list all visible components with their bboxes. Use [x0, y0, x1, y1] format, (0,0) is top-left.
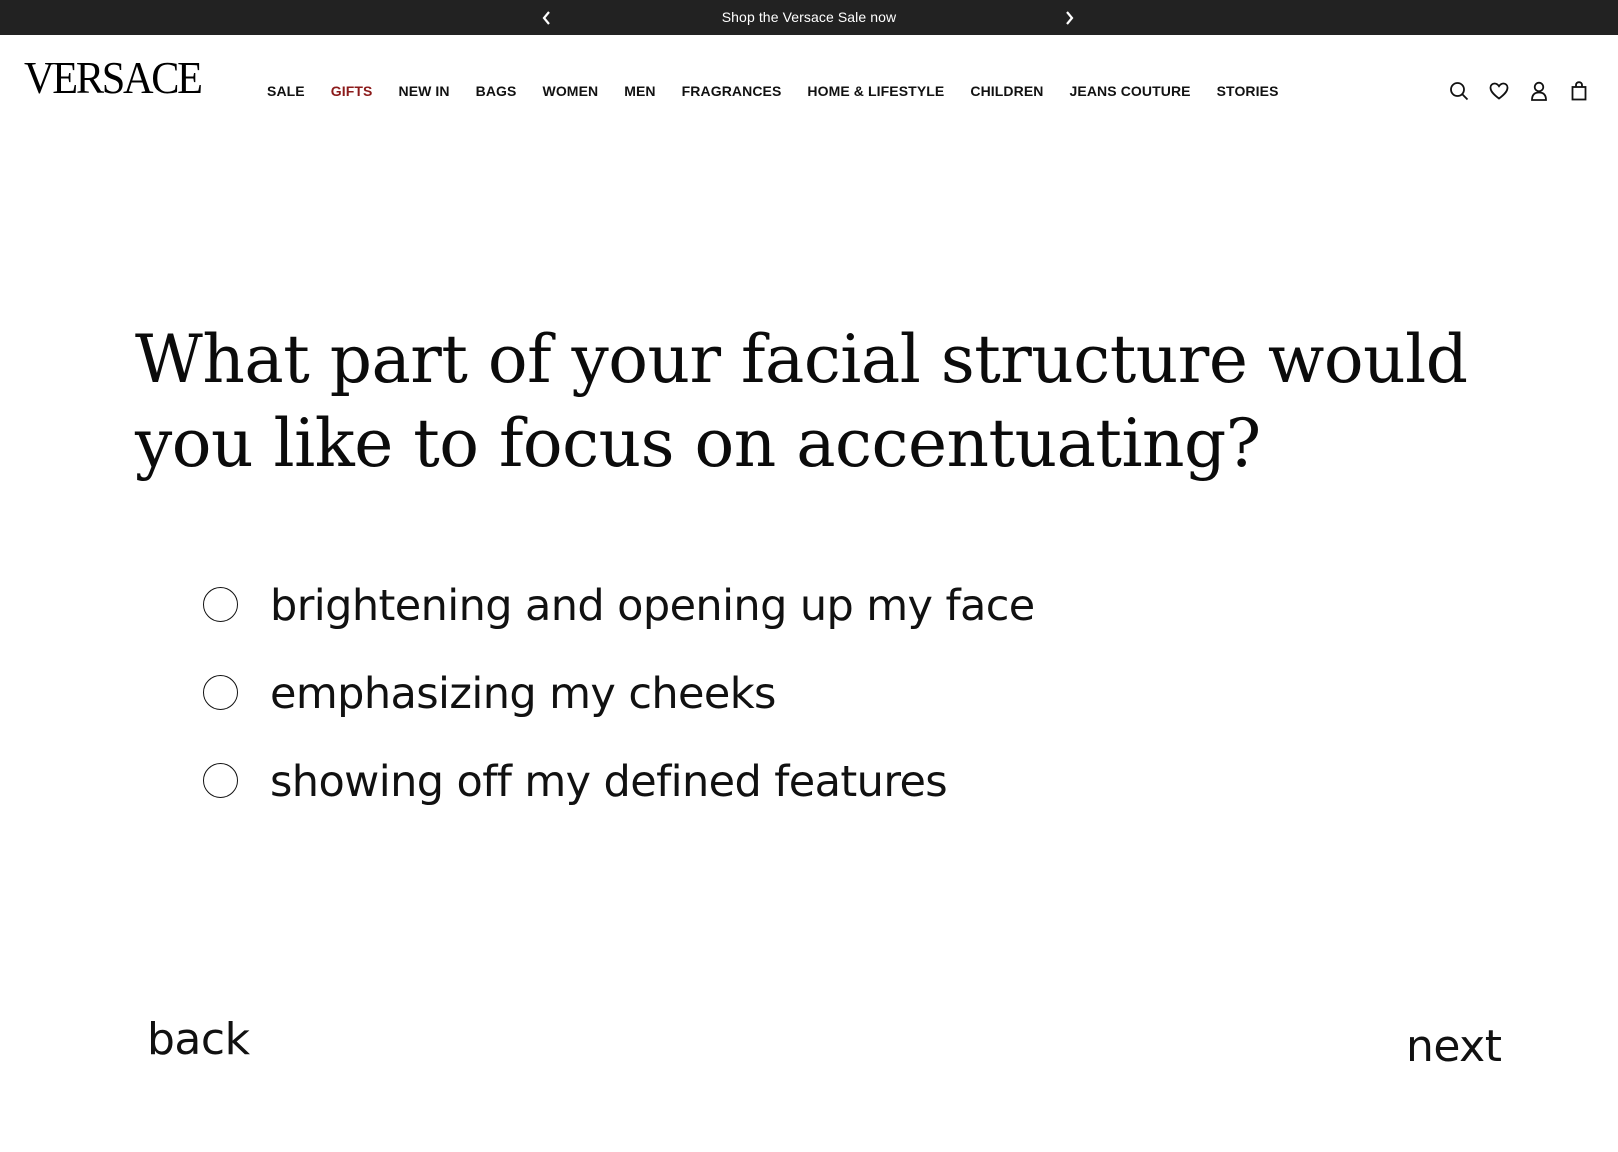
nav-item-sale[interactable]: SALE: [254, 83, 318, 99]
main-nav: SALE GIFTS NEW IN BAGS WOMEN MEN FRAGRAN…: [254, 79, 1292, 103]
nav-item-children[interactable]: CHILDREN: [957, 83, 1056, 99]
back-button[interactable]: back: [147, 1014, 250, 1065]
nav-item-gifts[interactable]: GIFTS: [318, 83, 386, 99]
nav-item-home-lifestyle[interactable]: HOME & LIFESTYLE: [794, 83, 957, 99]
nav-item-jeans-couture[interactable]: JEANS COUTURE: [1057, 83, 1204, 99]
option-label: emphasizing my cheeks: [270, 669, 776, 719]
heart-icon[interactable]: [1488, 80, 1510, 102]
nav-item-men[interactable]: MEN: [611, 83, 668, 99]
search-icon[interactable]: [1448, 80, 1470, 102]
quiz-option[interactable]: brightening and opening up my face: [203, 562, 1035, 650]
quiz-option[interactable]: showing off my defined features: [203, 738, 1035, 826]
radio-button[interactable]: [203, 674, 238, 710]
option-label: brightening and opening up my face: [270, 581, 1035, 631]
quiz-option[interactable]: emphasizing my cheeks: [203, 650, 1035, 738]
shopping-bag-icon[interactable]: [1568, 80, 1590, 102]
nav-item-fragrances[interactable]: FRAGRANCES: [669, 83, 795, 99]
nav-item-bags[interactable]: BAGS: [463, 83, 530, 99]
radio-button[interactable]: [203, 762, 238, 798]
promo-bar: Shop the Versace Sale now: [0, 0, 1618, 35]
quiz-options: brightening and opening up my face empha…: [203, 562, 1035, 826]
versace-logo[interactable]: VERSACE: [24, 55, 203, 101]
header-icons: [1448, 80, 1590, 102]
nav-item-women[interactable]: WOMEN: [530, 83, 612, 99]
quiz-question: What part of your facial structure would…: [135, 321, 1468, 482]
radio-button[interactable]: [203, 586, 238, 622]
next-button[interactable]: next: [1406, 1021, 1502, 1072]
option-label: showing off my defined features: [270, 757, 948, 807]
chevron-right-icon[interactable]: [1058, 7, 1080, 29]
nav-item-new-in[interactable]: NEW IN: [385, 83, 462, 99]
promo-text[interactable]: Shop the Versace Sale now: [0, 0, 1618, 35]
user-icon[interactable]: [1528, 80, 1550, 102]
nav-item-stories[interactable]: STORIES: [1204, 83, 1292, 99]
site-header: VERSACE SALE GIFTS NEW IN BAGS WOMEN MEN…: [0, 35, 1618, 147]
